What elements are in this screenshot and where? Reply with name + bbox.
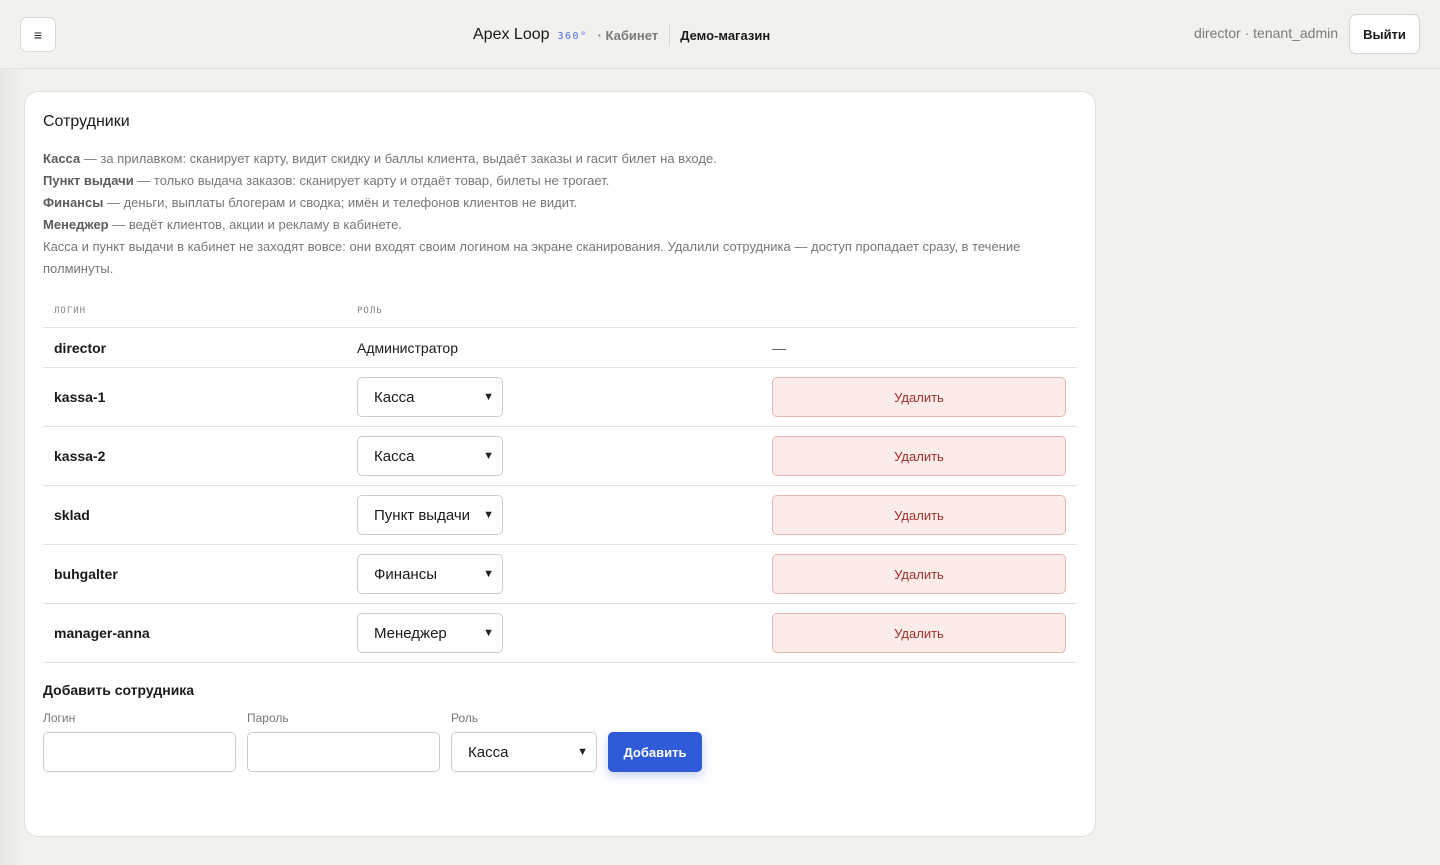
role-select-value: Пункт выдачи [374,506,471,524]
chevron-down-icon: ▼ [483,391,494,403]
role-term: Менеджер [43,217,109,232]
brand: Apex Loop 360° · Кабинет Демо-магазин [473,24,770,46]
login-cell: kassa-2 [54,448,106,464]
role-label: Роль [451,711,479,725]
delete-button[interactable]: Удалить [772,436,1066,476]
role-select[interactable]: Касса ▼ [357,377,503,417]
chevron-down-icon: ▼ [483,568,494,580]
role-select[interactable]: Пункт выдачи ▼ [357,495,503,535]
role-select-value: Касса [374,447,415,465]
table-row: sklad Пункт выдачи ▼ Удалить [43,486,1077,545]
logout-button[interactable]: Выйти [1349,14,1420,54]
delete-button[interactable]: Удалить [772,613,1066,653]
role-select[interactable]: Касса ▼ [357,436,503,476]
password-input[interactable] [247,732,440,772]
desc-line: Менеджер — ведёт клиентов, акции и рекла… [43,214,1079,236]
shop-name: Демо-магазин [680,27,771,43]
role-select[interactable]: Менеджер ▼ [357,613,503,653]
role-text: — только выдача заказов: сканирует карту… [133,173,610,188]
add-employee-title: Добавить сотрудника [43,682,195,698]
table-row: kassa-2 Касса ▼ Удалить [43,427,1077,486]
table-row: buhgalter Финансы ▼ Удалить [43,545,1077,604]
role-cell: Администратор [357,340,459,356]
chevron-down-icon: ▼ [483,627,494,639]
brand-name: Apex Loop [473,26,550,43]
login-cell: manager-anna [54,625,150,641]
col-login: ЛОГИН [54,306,87,316]
desc-line: Финансы — деньги, выплаты блогерам и сво… [43,192,1079,214]
role-select[interactable]: Финансы ▼ [357,554,503,594]
chevron-down-icon: ▼ [483,450,494,462]
add-button[interactable]: Добавить [608,732,702,772]
brand-badge: 360° [557,31,588,42]
chevron-down-icon: ▼ [483,509,494,521]
roles-description: Касса — за прилавком: сканирует карту, в… [43,148,1079,280]
password-label: Пароль [247,711,289,725]
login-cell: buhgalter [54,566,118,582]
staff-card: Сотрудники Касса — за прилавком: сканиру… [24,91,1096,837]
role-text: — за прилавком: сканирует карту, видит с… [80,151,717,166]
role-select-value: Менеджер [374,624,447,642]
login-label: Логин [43,711,76,725]
role-term: Касса [43,151,81,166]
table-header: ЛОГИН РОЛЬ [43,298,1077,328]
section-name: · Кабинет [597,27,659,43]
top-bar: ≡ Apex Loop 360° · Кабинет Демо-магазин … [0,0,1440,69]
role-select-value: Касса [374,388,415,406]
desc-line: Пункт выдачи — только выдача заказов: ск… [43,170,1079,192]
desc-line: Касса — за прилавком: сканирует карту, в… [43,148,1079,170]
login-cell: kassa-1 [54,389,106,405]
sidebar-shadow [0,69,24,865]
no-action: — [772,340,786,356]
table-row: director Администратор — [43,328,1077,368]
page-title: Сотрудники [43,113,130,130]
role-select-value: Финансы [374,565,437,583]
desc-note: Касса и пункт выдачи в кабинет не заходя… [43,239,1021,276]
role-term: Пункт выдачи [43,173,134,188]
role-select-value: Касса [468,743,509,761]
login-input[interactable] [43,732,236,772]
hamburger-menu-icon[interactable]: ≡ [20,17,56,52]
delete-button[interactable]: Удалить [772,554,1066,594]
role-term: Финансы [43,195,104,210]
table-row: kassa-1 Касса ▼ Удалить [43,368,1077,427]
new-role-select[interactable]: Касса ▼ [451,732,597,772]
role-text: — деньги, выплаты блогерам и сводка; имё… [103,195,578,210]
chevron-down-icon: ▼ [577,746,588,758]
delete-button[interactable]: Удалить [772,377,1066,417]
col-role: РОЛЬ [357,306,383,316]
delete-button[interactable]: Удалить [772,495,1066,535]
divider [669,24,671,46]
current-user: director · tenant_admin [1194,25,1338,41]
login-cell: sklad [54,507,90,523]
table-row: manager-anna Менеджер ▼ Удалить [43,604,1077,663]
role-text: — ведёт клиентов, акции и рекламу в каби… [108,217,402,232]
login-cell: director [54,340,107,356]
